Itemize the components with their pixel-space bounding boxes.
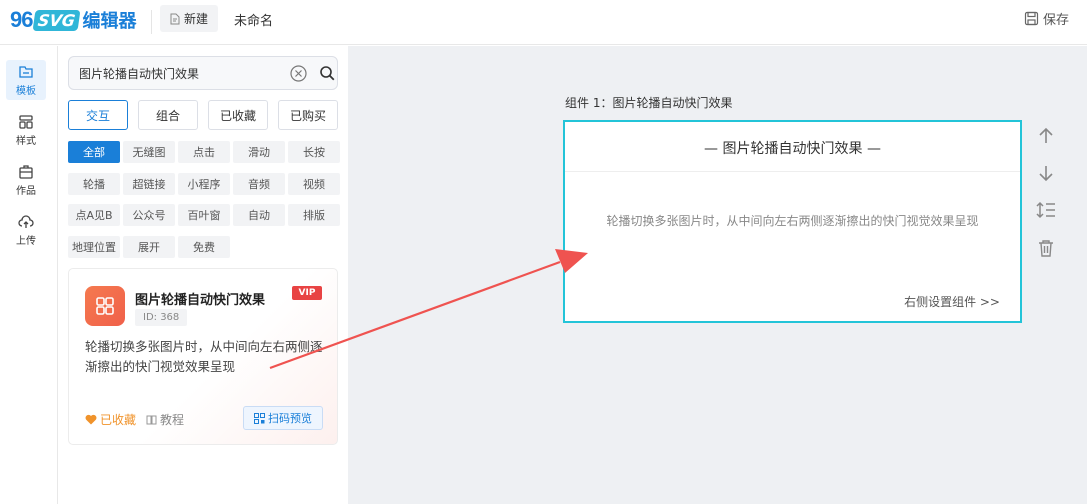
rail-item-label: 模板: [16, 85, 36, 97]
tab-purchased[interactable]: 已购买: [278, 100, 338, 130]
filter-chip[interactable]: 轮播: [68, 173, 120, 195]
header-divider: [151, 10, 152, 34]
rail-item-label: 样式: [16, 135, 36, 147]
move-down-button[interactable]: [1036, 163, 1056, 183]
style-icon: [19, 114, 33, 129]
clear-icon[interactable]: [290, 65, 307, 82]
logo-text: 编辑器: [82, 11, 137, 32]
app-logo[interactable]: 96 SVG 编辑器: [10, 6, 137, 34]
rail-item-upload[interactable]: 上传: [6, 210, 46, 250]
component-preview[interactable]: — 图片轮播自动快门效果 — 轮播切换多张图片时，从中间向左右两侧逐渐擦出的快门…: [563, 120, 1022, 323]
search-input[interactable]: [79, 57, 279, 89]
search-icon[interactable]: [319, 65, 336, 82]
delete-button[interactable]: [1036, 238, 1056, 258]
tab-favorites[interactable]: 已收藏: [208, 100, 268, 130]
category-tabs: 交互 组合 已收藏 已购买: [68, 100, 340, 130]
left-nav-rail: 模板 样式 作品 上传: [0, 46, 58, 504]
card-id-tag: ID: 368: [135, 309, 188, 326]
tutorial-label: 教程: [160, 413, 185, 427]
arrow-down-icon: [1039, 166, 1053, 182]
favorite-button[interactable]: 已收藏: [85, 411, 136, 428]
new-file-icon: [170, 13, 180, 24]
filter-chip[interactable]: 展开: [123, 236, 175, 258]
trash-icon: [1039, 240, 1053, 257]
search-box: [68, 56, 338, 90]
top-bar: 96 SVG 编辑器 新建 未命名 保存: [0, 0, 1087, 45]
filter-chip[interactable]: 超链接: [123, 173, 175, 195]
component-title: — 图片轮播自动快门效果 —: [704, 141, 881, 157]
filter-chip[interactable]: 自动: [233, 204, 285, 226]
filter-chip[interactable]: 公众号: [123, 204, 175, 226]
filter-chip[interactable]: 无缝图: [123, 141, 175, 163]
filter-chip[interactable]: 视频: [288, 173, 340, 195]
rail-item-label: 作品: [16, 185, 36, 197]
card-description: 轮播切换多张图片时，从中间向左右两侧逐渐擦出的快门视觉效果呈现: [85, 339, 323, 374]
rail-item-template[interactable]: 模板: [6, 60, 46, 100]
template-icon: [19, 65, 33, 78]
rail-item-works[interactable]: 作品: [6, 160, 46, 200]
rail-item-style[interactable]: 样式: [6, 110, 46, 150]
filter-chip[interactable]: 点A见B: [68, 204, 120, 226]
logo-svg-badge: SVG: [33, 9, 82, 31]
filter-chip[interactable]: 地理位置: [68, 236, 120, 258]
tutorial-link[interactable]: 教程: [146, 411, 184, 428]
vip-badge: VIP: [292, 286, 322, 300]
filter-chip[interactable]: 点击: [178, 141, 230, 163]
rail-item-label: 上传: [16, 235, 36, 247]
document-name[interactable]: 未命名: [234, 10, 273, 29]
filter-chip[interactable]: 免费: [178, 236, 230, 258]
line-spacing-icon: [1036, 201, 1055, 219]
arrow-up-icon: [1039, 127, 1053, 143]
template-panel: 交互 组合 已收藏 已购买 全部 无缝图 点击 滑动 长按 轮播 超链接 小程序…: [58, 46, 348, 504]
qr-code-icon: [254, 412, 265, 424]
filter-chip[interactable]: 滑动: [233, 141, 285, 163]
card-title: 图片轮播自动快门效果: [135, 293, 266, 308]
carousel-icon: [85, 286, 125, 326]
component-label: 组件 1：图片轮播自动快门效果: [565, 96, 733, 110]
move-up-button[interactable]: [1036, 126, 1056, 146]
component-divider: [565, 171, 1020, 172]
tab-combination[interactable]: 组合: [138, 100, 198, 130]
new-document-button[interactable]: 新建: [160, 5, 218, 32]
component-description: 轮播切换多张图片时，从中间向左右两侧逐渐擦出的快门视觉效果呈现: [606, 214, 979, 228]
save-label: 保存: [1042, 13, 1069, 28]
save-icon: [1024, 11, 1039, 26]
works-icon: [19, 164, 33, 179]
book-icon: [146, 415, 157, 425]
filter-chip[interactable]: 音频: [233, 173, 285, 195]
filter-chip[interactable]: 小程序: [178, 173, 230, 195]
editor-canvas: 组件 1：图片轮播自动快门效果 — 图片轮播自动快门效果 — 轮播切换多张图片时…: [348, 46, 1087, 504]
filter-chip[interactable]: 百叶窗: [178, 204, 230, 226]
scan-preview-button[interactable]: 扫码预览: [243, 406, 323, 430]
upload-icon: [18, 214, 34, 228]
logo-number: 96: [10, 7, 34, 32]
save-button[interactable]: 保存: [1024, 9, 1069, 28]
heart-icon: [85, 414, 97, 425]
scan-preview-label: 扫码预览: [268, 412, 312, 425]
filter-chip[interactable]: 排版: [288, 204, 340, 226]
filter-chip[interactable]: 全部: [68, 141, 120, 163]
filter-chip[interactable]: 长按: [288, 141, 340, 163]
template-card[interactable]: 图片轮播自动快门效果 VIP ID: 368 轮播切换多张图片时，从中间向左右两…: [68, 268, 338, 445]
favorite-label: 已收藏: [100, 413, 137, 427]
spacing-button[interactable]: [1036, 200, 1056, 220]
tab-interactive[interactable]: 交互: [68, 100, 128, 130]
settings-link[interactable]: 右侧设置组件 >>: [904, 293, 1000, 310]
new-document-label: 新建: [183, 12, 208, 26]
